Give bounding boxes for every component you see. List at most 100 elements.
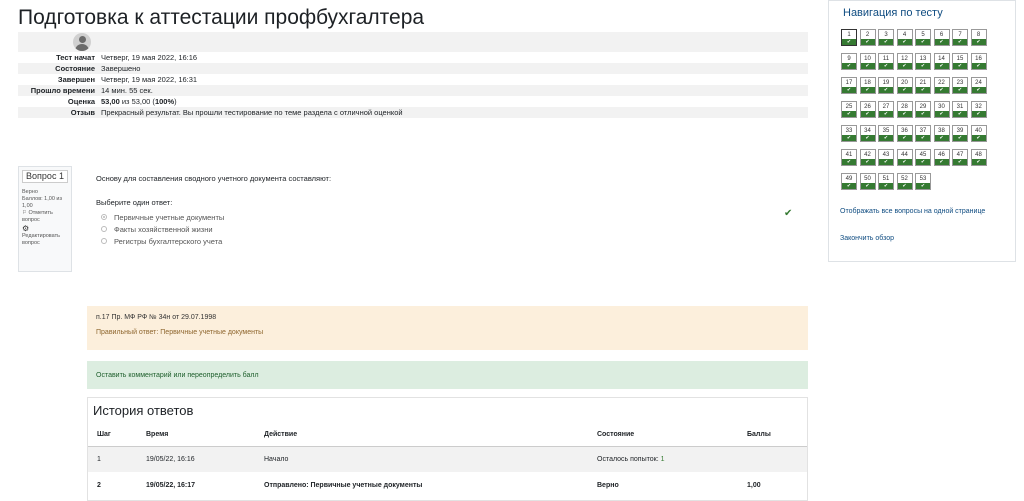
check-icon: ✔ [842, 87, 856, 93]
quiz-nav-button-18[interactable]: 18 ✔ [859, 77, 876, 94]
summary-value: 53,00 из 53,00 (100%) [98, 96, 808, 107]
check-icon: ✔ [934, 87, 949, 93]
history-time: 19/05/22, 16:16 [137, 446, 255, 472]
quiz-nav-button-33[interactable]: 33 ✔ [841, 125, 857, 142]
quiz-nav-button-42[interactable]: 42 ✔ [859, 149, 876, 166]
quiz-nav-button-5[interactable]: 5 ✔ [915, 29, 931, 46]
quiz-nav-button-19[interactable]: 19 ✔ [878, 77, 894, 94]
quiz-nav-button-21[interactable]: 21 ✔ [915, 77, 931, 94]
check-icon: ✔ [860, 111, 875, 117]
check-icon: ✔ [971, 159, 986, 165]
quiz-nav-button-25[interactable]: 25 ✔ [841, 101, 857, 118]
quiz-nav-button-32[interactable]: 32 ✔ [970, 101, 987, 118]
quiz-nav-button-41[interactable]: 41 ✔ [841, 149, 857, 166]
quiz-nav-button-16[interactable]: 16 ✔ [970, 53, 987, 70]
quiz-nav-button-31[interactable]: 31 ✔ [952, 101, 968, 118]
quiz-nav-button-51[interactable]: 51 ✔ [878, 173, 894, 190]
check-icon: ✔ [860, 135, 875, 141]
show-all-questions-link[interactable]: Отображать все вопросы на одной странице [840, 207, 1000, 217]
user-avatar-icon[interactable] [73, 33, 91, 51]
quiz-nav-button-52[interactable]: 52 ✔ [896, 173, 913, 190]
finish-review-link[interactable]: Закончить обзор [840, 234, 1000, 244]
quiz-nav-button-46[interactable]: 46 ✔ [933, 149, 950, 166]
quiz-nav-button-49[interactable]: 49 ✔ [841, 173, 857, 190]
check-icon: ✔ [879, 87, 893, 93]
check-icon: ✔ [842, 63, 856, 69]
quiz-nav-button-35[interactable]: 35 ✔ [878, 125, 894, 142]
check-icon: ✔ [879, 159, 893, 165]
answer-radio[interactable] [101, 226, 107, 232]
check-icon: ✔ [897, 39, 912, 45]
quiz-nav-button-9[interactable]: 9 ✔ [841, 53, 857, 70]
quiz-nav-button-4[interactable]: 4 ✔ [896, 29, 913, 46]
quiz-nav-button-6[interactable]: 6 ✔ [933, 29, 950, 46]
avatar-row [18, 32, 808, 52]
quiz-nav-button-53[interactable]: 53 ✔ [915, 173, 931, 190]
check-icon: ✔ [897, 63, 912, 69]
quiz-nav-button-3[interactable]: 3 ✔ [878, 29, 894, 46]
summary-row-grade: Оценка 53,00 из 53,00 (100%) [18, 96, 808, 107]
comment-link[interactable]: Оставить комментарий или переопределить … [96, 372, 259, 379]
quiz-nav-button-24[interactable]: 24 ✔ [970, 77, 987, 94]
quiz-nav-button-12[interactable]: 12 ✔ [896, 53, 913, 70]
check-icon: ✔ [860, 159, 875, 165]
quiz-nav-button-20[interactable]: 20 ✔ [896, 77, 913, 94]
quiz-nav-button-22[interactable]: 22 ✔ [933, 77, 950, 94]
answer-label: Факты хозяйственной жизни [114, 224, 213, 234]
quiz-nav-button-1[interactable]: 1 ✔ [841, 29, 857, 46]
quiz-nav-button-50[interactable]: 50 ✔ [859, 173, 876, 190]
quiz-nav-button-15[interactable]: 15 ✔ [952, 53, 968, 70]
quiz-nav-button-17[interactable]: 17 ✔ [841, 77, 857, 94]
grade-percent: 100% [154, 97, 175, 106]
grade-close: ) [174, 97, 177, 106]
page-title: Подготовка к аттестации профбухгалтера [18, 6, 425, 29]
quiz-nav-button-39[interactable]: 39 ✔ [952, 125, 968, 142]
check-icon: ✔ [934, 39, 949, 45]
check-icon: ✔ [916, 159, 930, 165]
check-icon: ✔ [916, 39, 930, 45]
question-text: Основу для составления сводного учетного… [96, 174, 332, 183]
answer-label: Регистры бухгалтерского учета [114, 236, 223, 246]
quiz-nav-button-10[interactable]: 10 ✔ [859, 53, 876, 70]
quiz-nav-button-27[interactable]: 27 ✔ [878, 101, 894, 118]
quiz-nav-button-44[interactable]: 44 ✔ [896, 149, 913, 166]
quiz-nav-button-40[interactable]: 40 ✔ [970, 125, 987, 142]
summary-value: Прекрасный результат. Вы прошли тестиров… [98, 107, 808, 118]
history-title: История ответов [93, 403, 194, 418]
quiz-nav-button-37[interactable]: 37 ✔ [915, 125, 931, 142]
quiz-nav-button-28[interactable]: 28 ✔ [896, 101, 913, 118]
quiz-nav-button-36[interactable]: 36 ✔ [896, 125, 913, 142]
check-icon: ✔ [784, 208, 793, 219]
quiz-nav-button-43[interactable]: 43 ✔ [878, 149, 894, 166]
question-score: Баллов: 1,00 из 1,00 [22, 196, 63, 209]
quiz-nav-button-48[interactable]: 48 ✔ [970, 149, 987, 166]
flag-question-link[interactable]: ⚐ Отметить вопрос [22, 210, 68, 224]
answer-radio-selected[interactable] [101, 214, 107, 220]
history-header-row: Шаг Время Действие Состояние Баллы [88, 424, 807, 447]
quiz-nav-button-30[interactable]: 30 ✔ [933, 101, 950, 118]
quiz-nav-button-14[interactable]: 14 ✔ [933, 53, 950, 70]
comment-box: Оставить комментарий или переопределить … [87, 361, 808, 389]
gear-icon[interactable]: ⚙ [22, 225, 68, 233]
quiz-nav-button-47[interactable]: 47 ✔ [952, 149, 968, 166]
quiz-nav-button-8[interactable]: 8 ✔ [970, 29, 987, 46]
check-icon: ✔ [953, 159, 967, 165]
quiz-nav-button-11[interactable]: 11 ✔ [878, 53, 894, 70]
quiz-nav-button-38[interactable]: 38 ✔ [933, 125, 950, 142]
history-time: 19/05/22, 16:17 [146, 481, 196, 489]
check-icon: ✔ [971, 39, 986, 45]
quiz-nav-button-23[interactable]: 23 ✔ [952, 77, 968, 94]
quiz-nav-button-26[interactable]: 26 ✔ [859, 101, 876, 118]
edit-question-link[interactable]: Редактировать вопрос [22, 233, 68, 247]
history-state: Верно [597, 481, 619, 489]
quiz-nav-button-34[interactable]: 34 ✔ [859, 125, 876, 142]
quiz-nav-button-13[interactable]: 13 ✔ [915, 53, 931, 70]
answer-radio[interactable] [101, 238, 107, 244]
quiz-nav-button-7[interactable]: 7 ✔ [952, 29, 968, 46]
quiz-nav-button-2[interactable]: 2 ✔ [859, 29, 876, 46]
quiz-nav-button-45[interactable]: 45 ✔ [915, 149, 931, 166]
quiz-navigation-block: Навигация по тесту 1 ✔ 2 ✔ 3 ✔ 4 ✔ 5 ✔ 6 ✔ 7 ✔ 8 ✔ 9 ✔ 10 ✔… [828, 0, 1016, 262]
quiz-nav-button-29[interactable]: 29 ✔ [915, 101, 931, 118]
summary-row-started: Тест начат Четверг, 19 мая 2022, 16:16 [18, 52, 808, 63]
summary-label: Прошло времени [18, 85, 98, 96]
